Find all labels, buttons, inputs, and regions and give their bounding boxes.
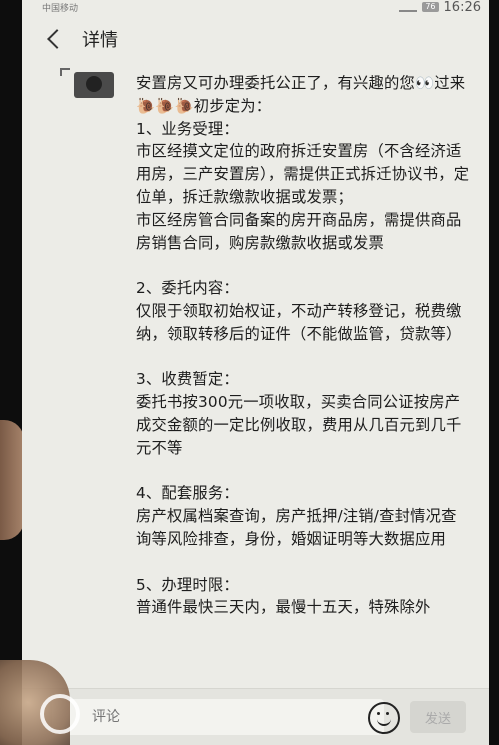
clock: 16:26 <box>443 0 481 15</box>
status-right: 76 16:26 <box>399 0 481 15</box>
send-button[interactable]: 发送 <box>410 701 466 733</box>
comment-input[interactable] <box>52 699 384 735</box>
post-text: 安置房又可办理委托公正了，有兴趣的您👀过来🐌🐌🐌初步定为： 1、业务受理： 市区… <box>136 74 470 617</box>
comment-bar: 发送 <box>22 688 489 745</box>
title-bar: 详情 <box>22 14 489 64</box>
ring <box>40 694 80 734</box>
avatar[interactable] <box>74 72 114 98</box>
back-arrow-icon[interactable] <box>47 29 67 49</box>
carrier-label: 中国移动 <box>42 3 79 14</box>
quote-icon <box>60 68 70 76</box>
status-bar: 中国移动 76 16:26 <box>22 0 489 15</box>
battery-icon: 76 <box>422 2 439 12</box>
finger-left <box>0 420 24 540</box>
phone-screen: 中国移动 76 16:26 详情 安置房又可办理委托公正了，有兴趣的您👀过来🐌🐌… <box>22 0 489 745</box>
page-title: 详情 <box>82 30 118 51</box>
emoji-icon[interactable] <box>368 702 400 734</box>
signal-icon <box>399 2 418 12</box>
post-content: 安置房又可办理委托公正了，有兴趣的您👀过来🐌🐌🐌初步定为： 1、业务受理： 市区… <box>22 64 489 684</box>
